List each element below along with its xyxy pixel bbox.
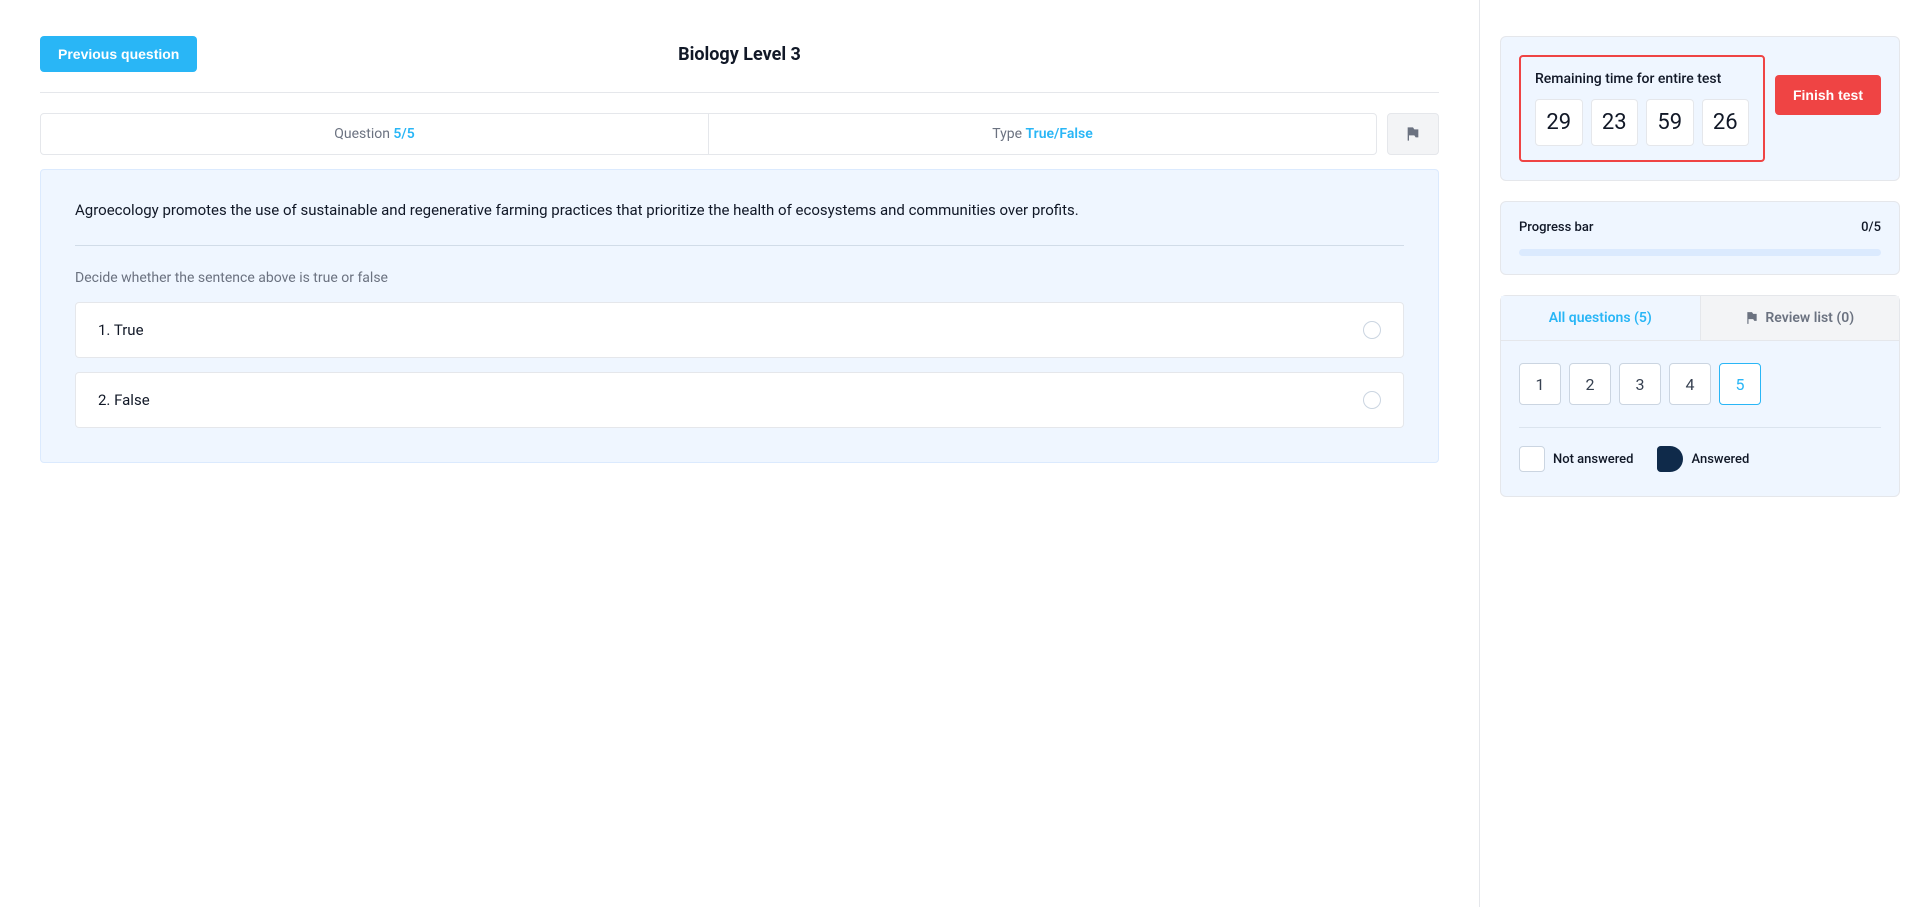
timer-panel: Remaining time for entire test 29 23 59 …	[1500, 36, 1900, 181]
timer-label: Remaining time for entire test	[1535, 71, 1749, 87]
question-number-value: 5/5	[393, 126, 414, 142]
progress-panel: Progress bar 0/5	[1500, 201, 1900, 275]
question-type-cell: Type True/False	[708, 114, 1376, 154]
question-number-list: 1 2 3 4 5	[1519, 363, 1881, 405]
tab-all-label: All questions (5)	[1549, 310, 1652, 326]
question-label: Question	[334, 126, 390, 142]
type-label: Type	[992, 126, 1022, 142]
question-type-value: True/False	[1026, 126, 1093, 142]
option-label: 2. False	[98, 391, 150, 409]
question-nav-1[interactable]: 1	[1519, 363, 1561, 405]
question-nav-3[interactable]: 3	[1619, 363, 1661, 405]
divider	[1519, 427, 1881, 428]
progress-value: 0/5	[1861, 220, 1881, 235]
flag-icon	[1405, 126, 1421, 142]
question-nav-2[interactable]: 2	[1569, 363, 1611, 405]
tab-review-list[interactable]: Review list (0)	[1700, 296, 1900, 340]
question-instruction: Decide whether the sentence above is tru…	[75, 270, 1404, 286]
option-label: 1. True	[98, 321, 144, 339]
timer-days: 29	[1535, 99, 1583, 146]
flag-question-button[interactable]	[1387, 113, 1439, 155]
question-text: Agroecology promotes the use of sustaina…	[75, 200, 1404, 246]
timer-seconds: 26	[1702, 99, 1750, 146]
legend-swatch-answered-icon	[1657, 446, 1683, 472]
question-number-cell: Question 5/5	[41, 114, 708, 154]
legend-answered-label: Answered	[1691, 452, 1749, 467]
option-true[interactable]: 1. True	[75, 302, 1404, 358]
legend-answered: Answered	[1657, 446, 1749, 472]
radio-icon	[1363, 321, 1381, 339]
divider	[40, 92, 1439, 93]
timer-box: Remaining time for entire test 29 23 59 …	[1519, 55, 1765, 162]
finish-test-button[interactable]: Finish test	[1775, 75, 1881, 115]
question-nav-4[interactable]: 4	[1669, 363, 1711, 405]
previous-question-button[interactable]: Previous question	[40, 36, 197, 72]
question-nav-5[interactable]: 5	[1719, 363, 1761, 405]
page-title: Biology Level 3	[678, 44, 801, 65]
tab-review-label: Review list (0)	[1765, 310, 1854, 326]
progress-bar	[1519, 249, 1881, 256]
legend-swatch-unanswered-icon	[1519, 446, 1545, 472]
question-meta-box: Question 5/5 Type True/False	[40, 113, 1377, 155]
progress-label: Progress bar	[1519, 220, 1593, 235]
option-false[interactable]: 2. False	[75, 372, 1404, 428]
flag-icon	[1745, 311, 1759, 325]
legend-not-answered: Not answered	[1519, 446, 1633, 472]
tab-all-questions[interactable]: All questions (5)	[1501, 296, 1700, 340]
legend-not-answered-label: Not answered	[1553, 452, 1633, 467]
question-nav-panel: All questions (5) Review list (0) 1 2 3 …	[1500, 295, 1900, 497]
timer-hours: 23	[1591, 99, 1639, 146]
timer-minutes: 59	[1646, 99, 1694, 146]
question-card: Agroecology promotes the use of sustaina…	[40, 169, 1439, 463]
radio-icon	[1363, 391, 1381, 409]
